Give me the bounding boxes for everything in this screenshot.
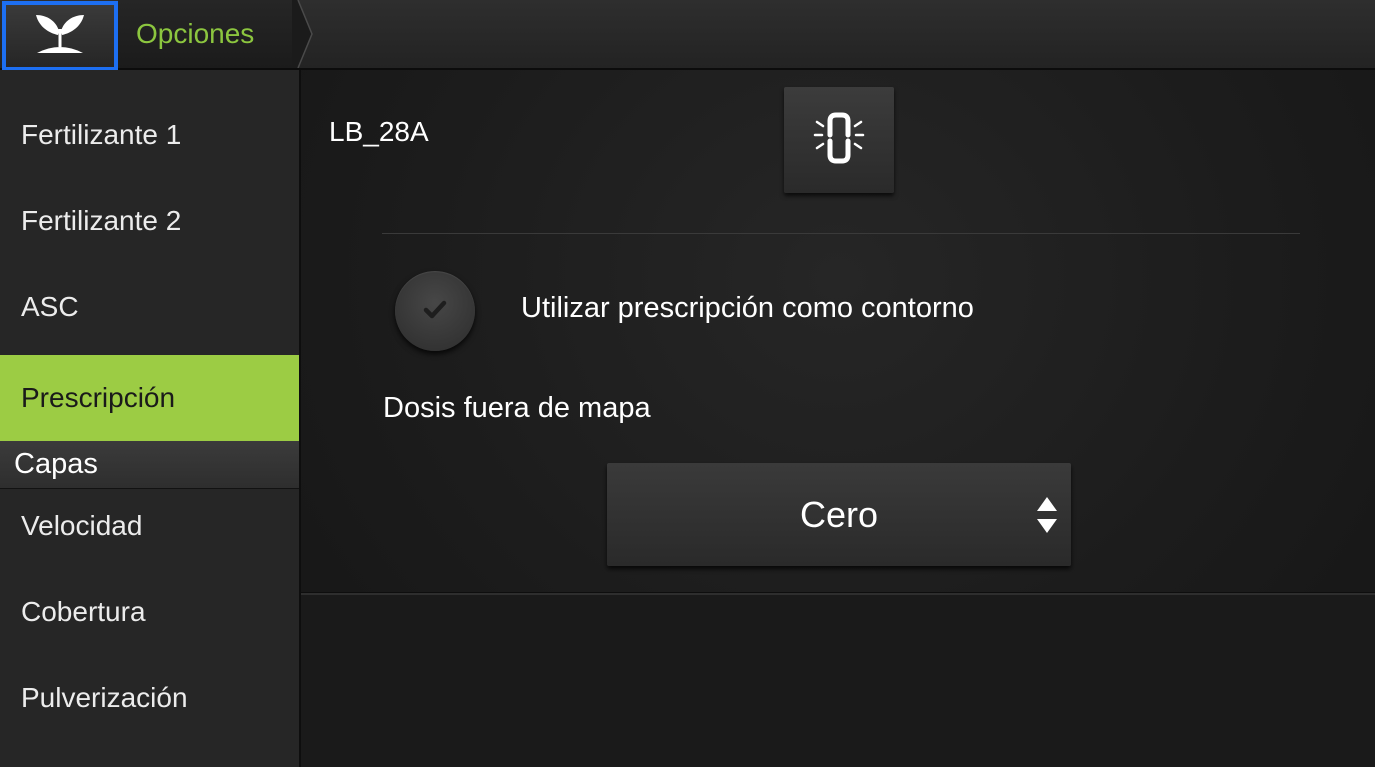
home-button[interactable] [2,1,118,71]
link-icon [804,103,874,178]
breadcrumb-label: Opciones [136,18,255,49]
use-prescription-label: Utilizar prescripción como contorno [521,292,974,324]
top-bar: Opciones [0,0,1375,71]
sidebar-item-fertilizante-1[interactable]: Fertilizante 1 [0,92,299,178]
sidebar-item-prescripcion[interactable]: Prescripción [0,355,299,441]
sidebar-item-label: Fertilizante 2 [21,205,182,236]
section-divider [382,233,1300,234]
empty-lower-area [301,595,1375,767]
use-prescription-checkbox[interactable] [395,271,475,351]
link-button[interactable] [784,87,894,193]
checkmark-icon [419,293,451,330]
sidebar-item-asc[interactable]: ASC [0,264,299,350]
sidebar-item-label: Pulverización [21,682,188,713]
sidebar-item-fertilizante-2[interactable]: Fertilizante 2 [0,178,299,264]
device-label: LB_28A [329,116,429,147]
sprout-icon [29,9,91,64]
off-map-dose-label: Dosis fuera de mapa [383,392,651,424]
sidebar-section-header: Capas [0,441,299,489]
section-header-label: Capas [14,448,98,480]
breadcrumb-options[interactable]: Opciones [118,0,294,68]
select-value: Cero [799,493,879,535]
sidebar-item-velocidad[interactable]: Velocidad [0,483,299,569]
sidebar-item-pulverizacion[interactable]: Pulverización [0,655,299,741]
off-map-dose-select[interactable]: Cero [607,463,1071,566]
app-window: Opciones Fertilizante 1 Fertilizante 2 A… [0,0,1375,767]
sidebar-item-label: ASC [21,291,79,322]
sidebar: Fertilizante 1 Fertilizante 2 ASC Prescr… [0,70,301,767]
up-down-arrows-icon [1037,497,1057,533]
sidebar-item-cobertura[interactable]: Cobertura [0,569,299,655]
sidebar-item-label: Prescripción [21,382,176,413]
breadcrumb-separator [292,0,313,68]
sidebar-item-label: Fertilizante 1 [21,119,182,150]
main-panel: LB_28A Utilizar prescripción como contor… [301,70,1375,767]
sidebar-item-label: Velocidad [21,510,143,541]
sidebar-item-label: Cobertura [21,596,146,627]
